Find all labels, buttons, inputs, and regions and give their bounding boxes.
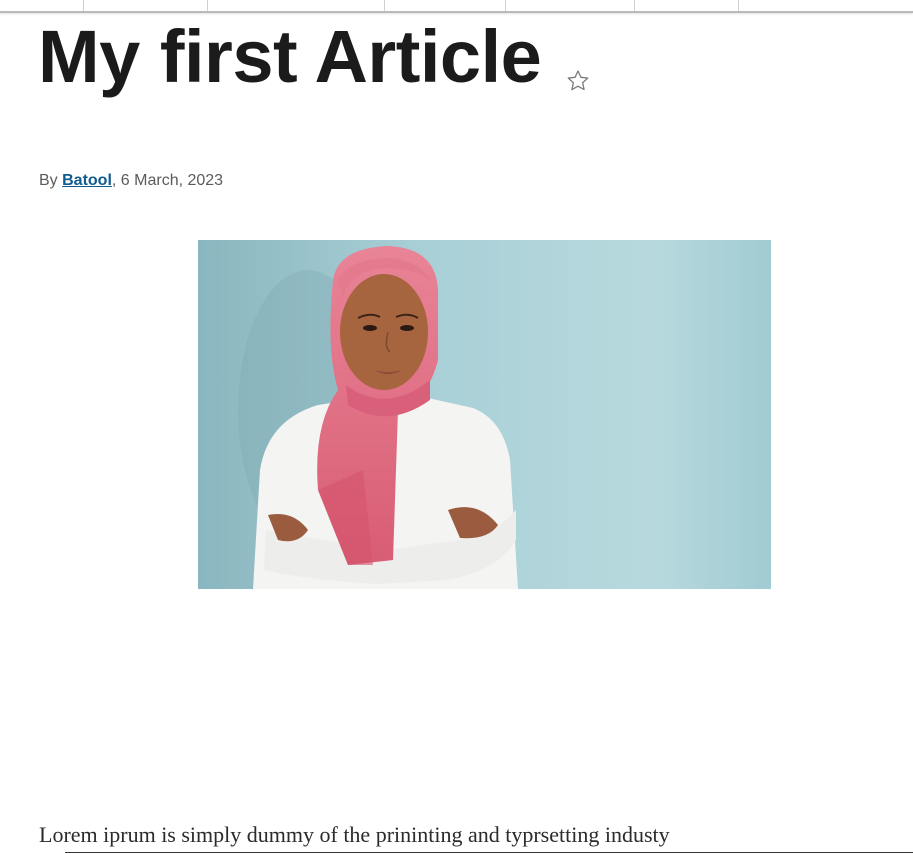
star-icon[interactable] [565,68,591,94]
tab-separator [384,0,385,11]
article-date: 6 March, 2023 [120,172,224,189]
article-byline: By Batool, 6 March, 2023 [39,172,223,190]
page-title: My first Article [38,15,542,98]
tab-separator [505,0,506,11]
article-image [198,240,771,589]
tab-separator [738,0,739,11]
article-body-first-line: Lorem iprum is simply dummy of the prini… [39,822,670,847]
top-tab-bar [0,0,913,13]
byline-separator: , [111,172,121,189]
tab-separator [634,0,635,11]
bottom-divider [65,852,913,853]
byline-prefix: By [39,172,63,189]
tab-separator [83,0,84,11]
title-row: My first Article [38,16,591,98]
tab-separator [207,0,208,11]
author-link[interactable]: Batool [62,172,112,189]
woman-photo-illustration [198,240,771,589]
